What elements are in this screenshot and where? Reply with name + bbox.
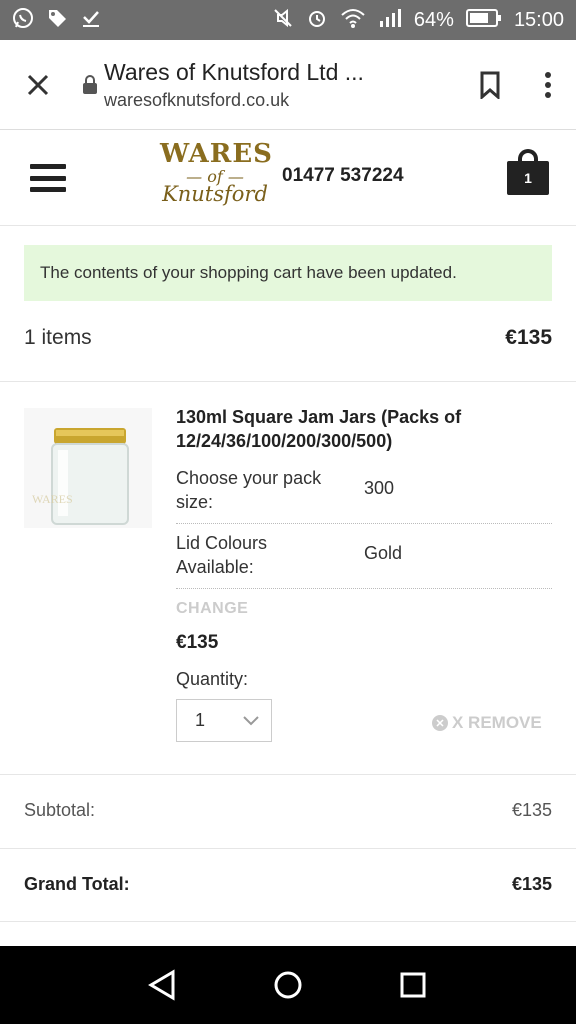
signal-icon (378, 7, 402, 33)
recents-icon (400, 972, 426, 998)
phone-number[interactable]: 01477 537224 (282, 165, 404, 187)
svg-text:WARES: WARES (32, 492, 73, 506)
grand-total-value: €135 (511, 874, 552, 894)
close-icon (27, 74, 49, 95)
status-bar: 64% 15:00 (0, 0, 576, 40)
mute-icon (272, 7, 294, 33)
quantity-value: 1 (195, 710, 206, 730)
hamburger-menu-icon[interactable] (30, 164, 66, 192)
items-count: 1 items (24, 326, 92, 349)
divider (0, 381, 576, 382)
change-options-link[interactable]: CHANGE (176, 600, 248, 618)
chevron-down-icon (243, 715, 259, 725)
quantity-select[interactable]: 1 (176, 699, 272, 742)
subtotal-row: Subtotal: €135 (24, 800, 552, 821)
product-price: €135 (176, 632, 219, 653)
subtotal-value: €135 (511, 800, 552, 820)
system-nav-bar (0, 946, 576, 1024)
option-value: 300 (364, 478, 395, 498)
status-time: 15:00 (513, 8, 564, 31)
quantity-label: Quantity: (176, 669, 249, 689)
wifi-icon (340, 7, 366, 33)
tag-icon (46, 7, 68, 33)
whatsapp-icon (12, 7, 34, 33)
more-options-button[interactable] (520, 40, 576, 130)
download-check-icon (80, 7, 102, 33)
logo-text-top: WARES (160, 139, 273, 169)
option-row: Lid Colours Available: Gold (176, 531, 552, 589)
option-value: Gold (364, 543, 403, 563)
product-image[interactable]: WARES (24, 408, 152, 528)
close-button[interactable] (0, 40, 76, 130)
remove-item-link[interactable]: ✕ X REMOVE (432, 713, 542, 733)
success-notice: The contents of your shopping cart have … (24, 245, 552, 301)
browser-toolbar: Wares of Knutsford Ltd ... waresofknutsf… (0, 40, 576, 130)
site-logo[interactable]: WARES — of — Knutsford (160, 139, 273, 219)
address-bar[interactable]: Wares of Knutsford Ltd ... waresofknutsf… (104, 59, 460, 111)
recents-button[interactable] (393, 965, 433, 1005)
status-bar-left (12, 7, 102, 33)
product-name[interactable]: 130ml Square Jam Jars (Packs of 12/24/36… (176, 405, 546, 453)
site-header: WARES — of — Knutsford 01477 537224 1 (0, 131, 576, 226)
divider (0, 848, 576, 849)
bookmark-icon (480, 71, 500, 99)
back-icon (147, 969, 175, 1001)
page-url: waresofknutsford.co.uk (104, 89, 290, 110)
back-button[interactable] (143, 965, 183, 1005)
more-vert-icon (545, 71, 551, 98)
option-label: Choose your pack size: (176, 468, 322, 512)
grand-total-label: Grand Total: (24, 874, 130, 894)
home-button[interactable] (268, 965, 308, 1005)
items-total: €135 (505, 326, 552, 349)
option-label: Lid Colours Available: (176, 533, 268, 577)
home-icon (274, 971, 302, 999)
remove-circle-icon: ✕ (432, 715, 448, 731)
status-bar-right: 64% 15:00 (272, 7, 564, 33)
lock-icon (76, 74, 104, 95)
cart-count-badge: 1 (507, 161, 549, 195)
cart-button[interactable]: 1 (507, 149, 549, 195)
logo-text-bottom: Knutsford (162, 182, 268, 206)
alarm-icon (306, 7, 328, 33)
divider (0, 921, 576, 922)
cart-summary: 1 items €135 (24, 326, 552, 350)
subtotal-label: Subtotal: (24, 800, 96, 820)
divider (0, 774, 576, 775)
page-title: Wares of Knutsford Ltd ... (104, 58, 364, 85)
option-row: Choose your pack size: 300 (176, 466, 552, 524)
grand-total-row: Grand Total: €135 (24, 874, 552, 895)
battery-percent: 64% (413, 8, 454, 31)
remove-label: X REMOVE (452, 713, 542, 732)
bookmark-button[interactable] (460, 40, 520, 130)
battery-icon (465, 8, 502, 32)
